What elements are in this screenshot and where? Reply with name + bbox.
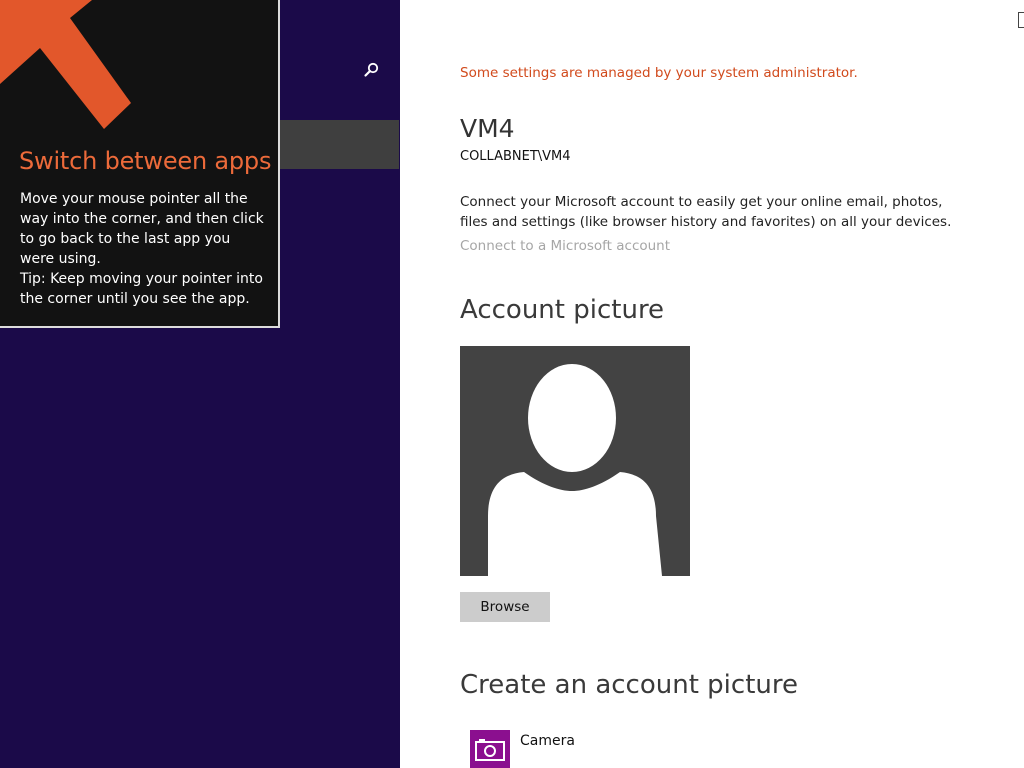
create-account-picture-heading: Create an account picture	[460, 670, 798, 700]
search-icon	[364, 62, 379, 77]
browse-button[interactable]: Browse	[460, 592, 550, 622]
admin-warning: Some settings are managed by your system…	[460, 65, 858, 81]
camera-tile	[470, 730, 510, 768]
account-picture	[460, 346, 690, 576]
user-name: VM4	[460, 114, 515, 143]
connect-account-description: Connect your Microsoft account to easily…	[460, 194, 952, 230]
user-domain: COLLABNET\VM4	[460, 149, 571, 164]
camera-icon	[475, 739, 505, 761]
switch-apps-tip: Switch between apps Move your mouse poin…	[0, 0, 280, 328]
tip-body: Move your mouse pointer all the way into…	[20, 189, 268, 309]
window-corner-edge	[1018, 12, 1024, 28]
account-picture-heading: Account picture	[460, 295, 665, 325]
connect-microsoft-account-link[interactable]: Connect to a Microsoft account	[460, 238, 670, 254]
camera-app-item[interactable]: Camera	[470, 730, 670, 768]
corner-arrow-icon	[0, 0, 131, 129]
tip-title: Switch between apps	[19, 147, 272, 175]
tip-instruction: Move your mouse pointer all the way into…	[20, 191, 264, 267]
search-button[interactable]	[358, 58, 384, 84]
camera-label: Camera	[520, 733, 575, 749]
tip-hint: Tip: Keep moving your pointer into the c…	[20, 271, 263, 307]
default-user-avatar-icon	[488, 364, 662, 576]
